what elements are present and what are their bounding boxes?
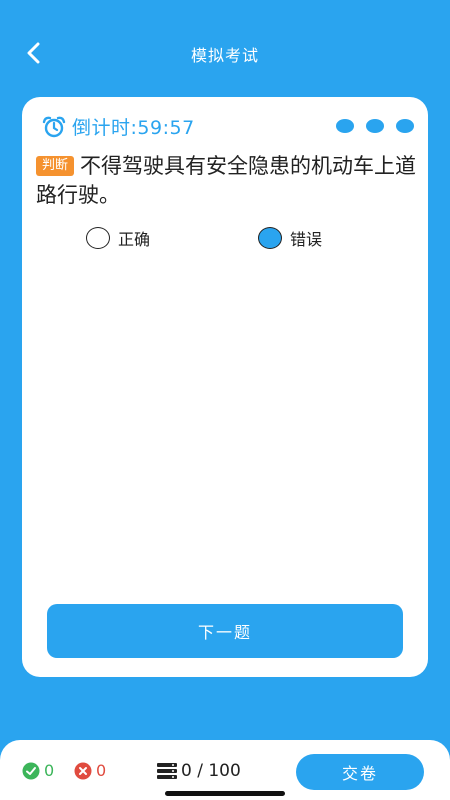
question-progress[interactable]: 0 / 100 (157, 761, 241, 781)
option-label: 错误 (290, 230, 323, 249)
radio-button[interactable] (86, 227, 110, 249)
dot (366, 119, 384, 133)
correct-count: 0 (22, 761, 54, 780)
check-circle-icon (22, 762, 40, 779)
wrong-count-value: 0 (96, 761, 107, 780)
page-title: 模拟考试 (190, 46, 259, 65)
alarm-clock-icon (42, 116, 66, 137)
list-icon (157, 763, 177, 779)
wrong-count: 0 (74, 761, 106, 780)
more-dots-icon[interactable] (336, 119, 414, 133)
radio-button-selected[interactable] (258, 227, 282, 249)
option-label: 正确 (118, 230, 151, 249)
question-card: 倒计时:59:57 判断 不得驾驶具有安全隐患的机动车上道路行驶。 正确 错误 下… (22, 97, 428, 677)
header: 模拟考试 (0, 0, 450, 100)
option-correct[interactable]: 正确 (86, 226, 258, 250)
question-text: 不得驾驶具有安全隐患的机动车上道路行驶。 (36, 154, 417, 207)
question-type-badge: 判断 (36, 156, 75, 176)
dot (336, 119, 354, 133)
answer-options: 正确 错误 (86, 226, 430, 250)
dot (396, 119, 414, 133)
next-question-button[interactable]: 下一题 (47, 604, 403, 658)
submit-exam-button[interactable]: 交卷 (296, 754, 424, 790)
home-indicator (165, 791, 285, 796)
countdown-timer: 倒计时:59:57 (42, 113, 195, 140)
option-wrong[interactable]: 错误 (258, 226, 430, 250)
question-text-block: 判断 不得驾驶具有安全隐患的机动车上道路行驶。 (36, 152, 416, 210)
timer-text: 倒计时:59:57 (72, 117, 195, 139)
cross-circle-icon (74, 762, 92, 779)
progress-text: 0 / 100 (181, 761, 241, 781)
correct-count-value: 0 (44, 761, 55, 780)
